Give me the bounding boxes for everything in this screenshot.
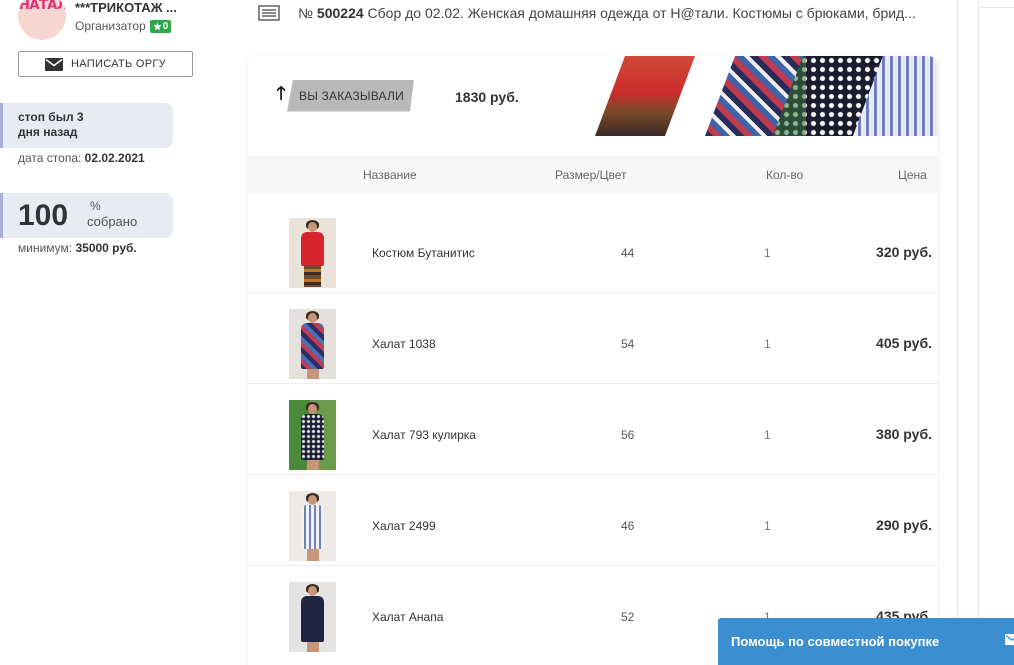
- table-header: Название Размер/Цвет Кол-во Цена: [248, 156, 938, 194]
- item-price: 405 руб.: [876, 335, 932, 351]
- item-size: 54: [621, 337, 635, 351]
- stop-date-label: дата стопа:: [18, 151, 82, 165]
- header-name: Название: [363, 168, 417, 182]
- item-name[interactable]: Халат 2499: [372, 519, 436, 533]
- product-thumbnail[interactable]: [289, 491, 336, 561]
- item-qty: 1: [764, 519, 771, 533]
- rating-value: 0: [162, 20, 169, 32]
- minimum-value: 35000 руб.: [75, 241, 137, 255]
- item-qty: 1: [764, 428, 771, 442]
- you-ordered-button[interactable]: 🡑 ВЫ ЗАКАЗЫВАЛИ: [271, 80, 414, 111]
- product-thumbnail[interactable]: [289, 400, 336, 470]
- stop-date-value: 02.02.2021: [84, 151, 145, 165]
- product-thumbnail[interactable]: [289, 218, 336, 288]
- minimum-line: минимум: 35000 руб.: [18, 241, 137, 255]
- stop-line1: стоп был 3: [18, 110, 84, 124]
- organizer-logo: НАТАЛИ: [19, 0, 66, 13]
- purchase-title[interactable]: № 500224 Сбор до 02.02. Женская домашняя…: [298, 5, 938, 21]
- minimum-label: минимум:: [18, 241, 73, 255]
- item-name[interactable]: Халат 793 кулирка: [372, 428, 476, 442]
- item-size: 56: [621, 428, 635, 442]
- you-ordered-label: ВЫ ЗАКАЗЫВАЛИ: [287, 80, 414, 112]
- item-name[interactable]: Халат 1038: [372, 337, 436, 351]
- item-name[interactable]: Костюм Бутанитис: [372, 246, 475, 260]
- product-thumbnail[interactable]: [289, 582, 336, 652]
- order-banner: 🡑 ВЫ ЗАКАЗЫВАЛИ 1830 руб.: [248, 56, 938, 156]
- item-size: 46: [621, 519, 635, 533]
- banner-photo-1: [595, 56, 695, 136]
- purchase-number: 500224: [316, 5, 364, 21]
- list-icon: [258, 5, 280, 21]
- help-widget-label: Помощь по совместной покупке: [731, 634, 940, 649]
- organizer-name[interactable]: ***ТРИКОТАЖ ...: [75, 0, 177, 15]
- order-card: 🡑 ВЫ ЗАКАЗЫВАЛИ 1830 руб. Название Разме…: [248, 56, 938, 665]
- organizer-avatar[interactable]: НАТАЛИ: [18, 0, 66, 40]
- order-total: 1830 руб.: [455, 89, 519, 105]
- item-qty: 1: [764, 337, 771, 351]
- star-icon: [153, 21, 162, 30]
- header-size: Размер/Цвет: [555, 168, 627, 182]
- organizer-role: Организатор: [75, 19, 146, 33]
- header-qty: Кол-во: [766, 168, 804, 182]
- order-items: Костюм Бутанитис 44 1 320 руб. Халат 103…: [248, 202, 938, 657]
- table-row: Халат 2499 46 1 290 руб.: [248, 475, 938, 566]
- stop-date: дата стопа: 02.02.2021: [18, 151, 145, 165]
- organizer-role-line: Организатор 0: [75, 19, 172, 33]
- write-organizer-button[interactable]: НАПИСАТЬ ОРГУ: [18, 51, 193, 77]
- item-qty: 1: [764, 246, 771, 260]
- item-size: 44: [621, 246, 635, 260]
- collected-label: собрано: [87, 214, 138, 229]
- page-divider: [957, 0, 958, 665]
- purchase-number-prefix: №: [298, 5, 314, 21]
- arrow-up-icon: 🡑: [276, 82, 286, 103]
- item-name[interactable]: Халат Анапа: [372, 610, 443, 624]
- collected-percent-sign: %: [90, 199, 101, 213]
- header-price: Цена: [898, 168, 927, 182]
- stop-info: стоп был 3 дня назад: [0, 103, 173, 148]
- envelope-icon: [45, 57, 64, 71]
- collected-info: 100 % собрано: [0, 193, 173, 238]
- item-size: 52: [621, 610, 635, 624]
- item-price: 380 руб.: [876, 426, 932, 442]
- purchase-title-text: Сбор до 02.02. Женская домашняя одежда о…: [367, 5, 916, 21]
- product-thumbnail[interactable]: [289, 309, 336, 379]
- item-price: 320 руб.: [876, 244, 932, 260]
- table-row: Костюм Бутанитис 44 1 320 руб.: [248, 202, 938, 293]
- item-price: 290 руб.: [876, 517, 932, 533]
- collected-value: 100: [18, 199, 69, 232]
- table-row: Халат 793 кулирка 56 1 380 руб.: [248, 384, 938, 475]
- write-organizer-label: НАПИСАТЬ ОРГУ: [71, 58, 166, 70]
- rating-badge: 0: [149, 19, 172, 33]
- page-divider-right: [978, 0, 979, 665]
- top-divider: [978, 7, 1014, 8]
- organizer-block: НАТАЛИ ***ТРИКОТАЖ ... Организатор 0: [18, 0, 218, 44]
- table-row: Халат 1038 54 1 405 руб.: [248, 293, 938, 384]
- help-widget-button[interactable]: Помощь по совместной покупке: [718, 618, 1014, 665]
- mail-icon: [1005, 634, 1014, 645]
- stop-line2: дня назад: [18, 125, 78, 139]
